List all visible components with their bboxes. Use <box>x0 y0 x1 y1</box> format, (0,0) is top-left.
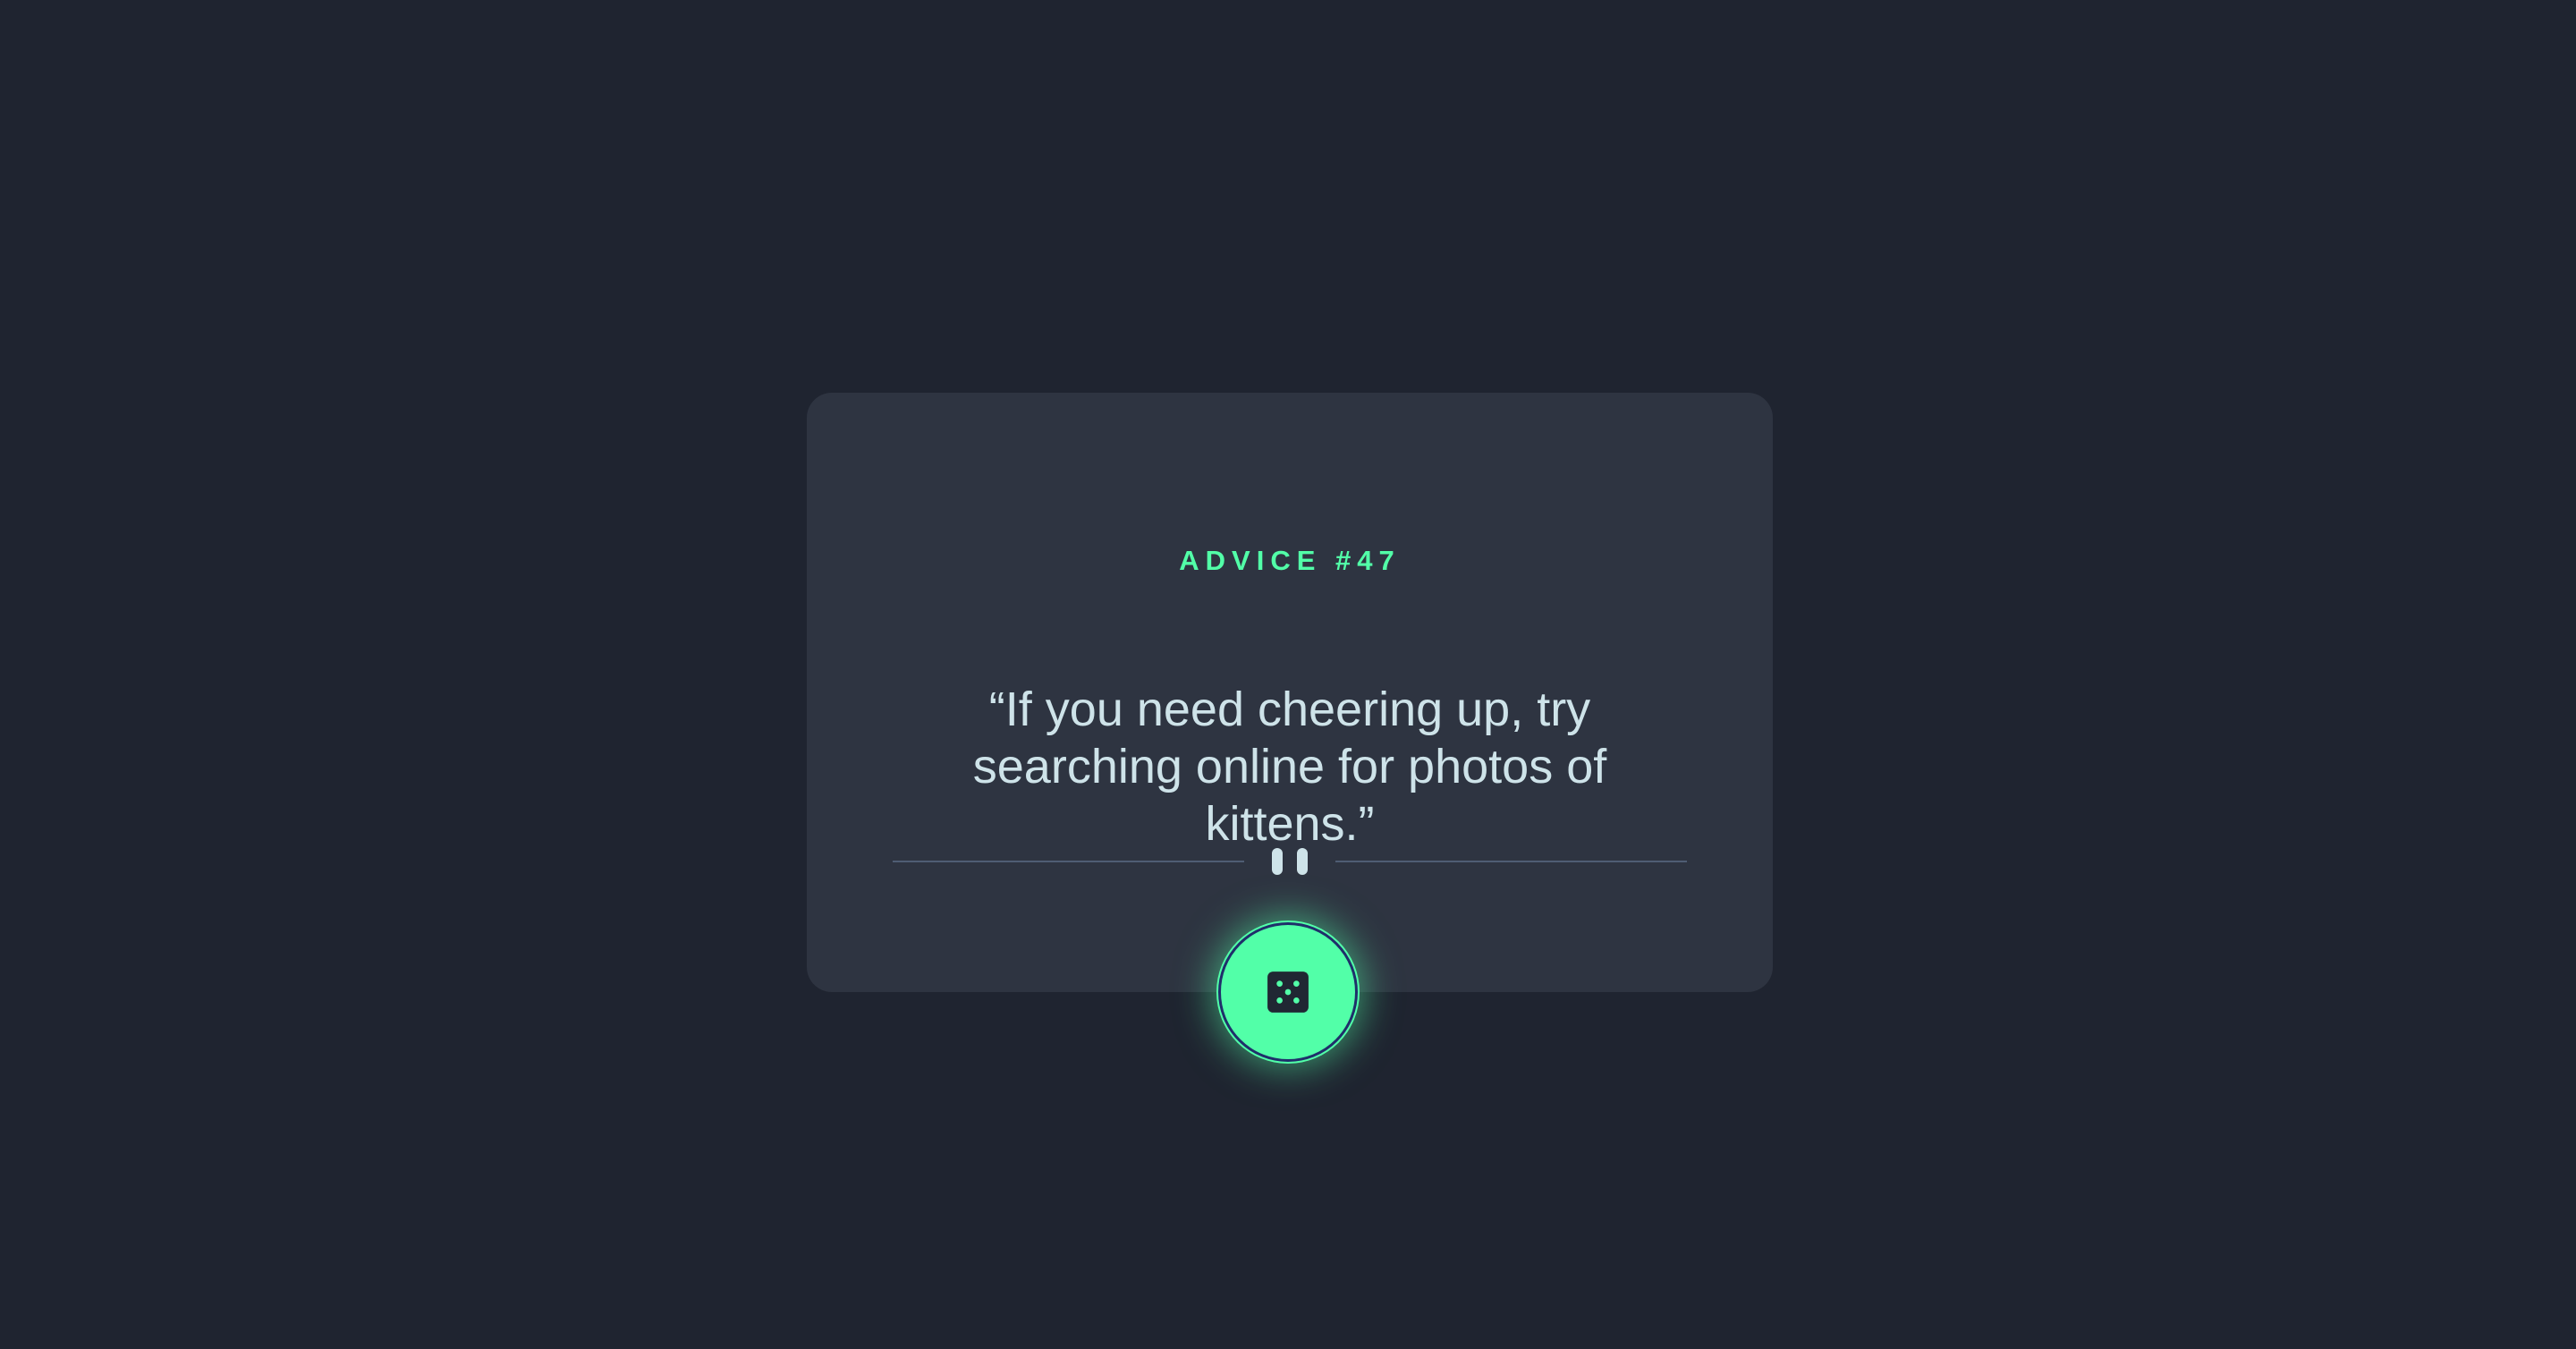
generate-advice-button[interactable] <box>1218 922 1358 1062</box>
edge-marker <box>0 23 3 75</box>
dice-icon <box>1267 971 1309 1013</box>
advice-id-label: ADVICE #47 <box>1179 545 1401 576</box>
divider-line-left <box>893 861 1244 862</box>
pause-bar-left <box>1272 848 1283 875</box>
divider-line-right <box>1335 861 1687 862</box>
advice-card: ADVICE #47 “If you need cheering up, try… <box>807 393 1773 992</box>
pause-icon <box>1272 848 1308 875</box>
advice-quote: “If you need cheering up, try searching … <box>972 683 1607 851</box>
pattern-divider <box>893 848 1687 875</box>
pause-bar-right <box>1297 848 1308 875</box>
